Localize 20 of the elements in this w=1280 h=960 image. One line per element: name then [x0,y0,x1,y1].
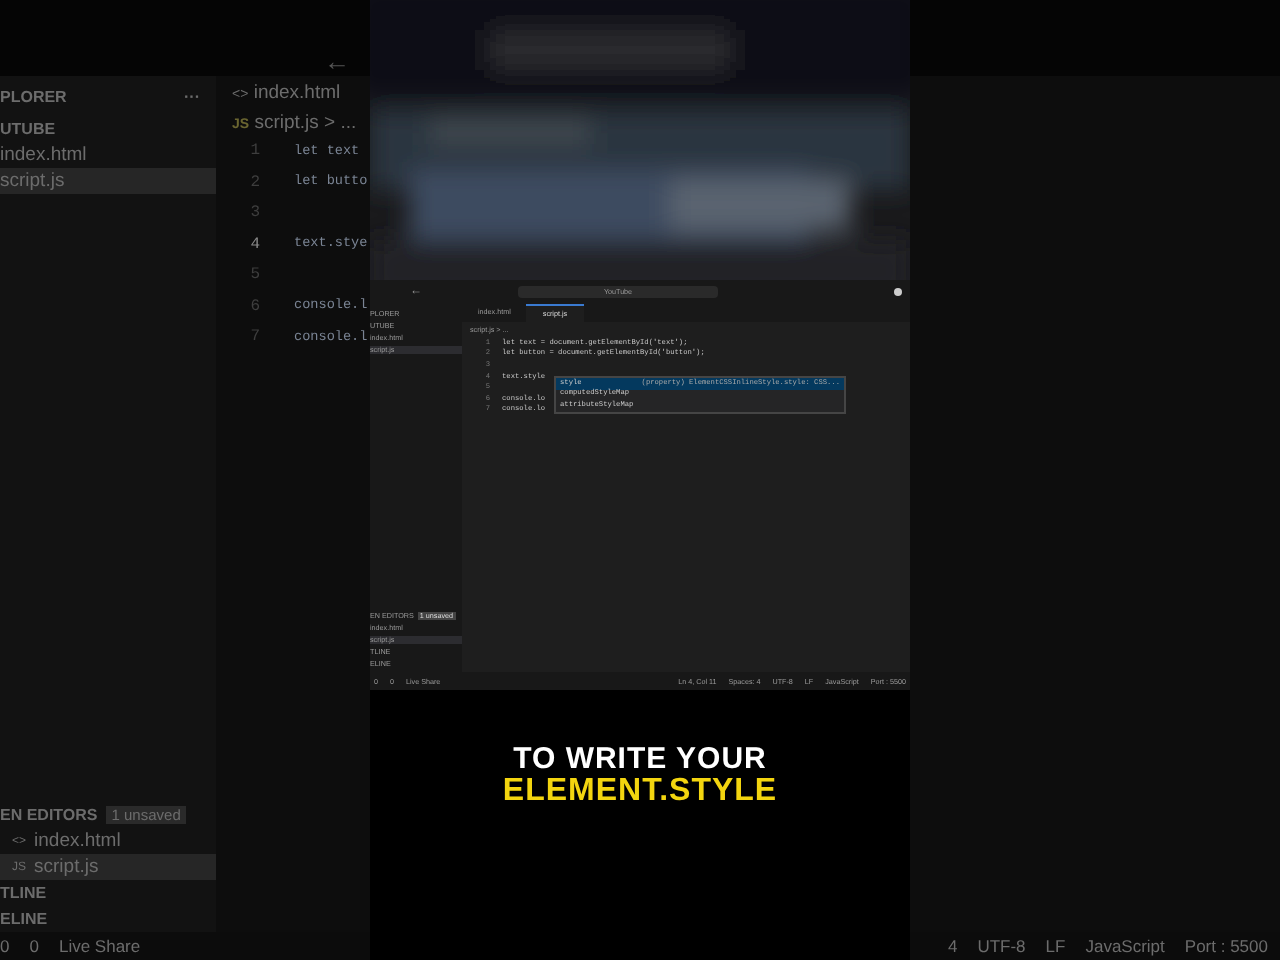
section-title[interactable]: EN EDITORS [0,806,98,824]
line-number: 4 [248,235,262,254]
folder-label[interactable]: UTUBE [0,120,56,138]
status-item[interactable]: LF [1045,936,1066,956]
caption-text: TO WRITE YOUR [513,744,767,776]
status-item[interactable]: JavaScript [1085,936,1165,956]
status-item[interactable]: 0 [0,936,10,956]
status-item[interactable]: Live Share [58,936,141,956]
section-title[interactable]: TLINE [0,884,47,902]
section-title[interactable]: ELINE [0,910,48,928]
sidebar-title: PLORER [0,88,67,106]
caption-text: ELEMENT.STYLE [502,776,778,808]
status-item[interactable]: 4 [947,936,958,956]
status-item[interactable]: 0 [29,936,39,956]
more-button[interactable]: ··· [184,88,200,106]
file-item[interactable]: index.html [0,142,216,168]
status-item[interactable]: Port : 5500 [1184,936,1268,956]
status-item[interactable]: UTF-8 [977,936,1026,956]
back-arrow[interactable]: ← [324,46,350,76]
file-item[interactable]: script.js [0,168,216,194]
